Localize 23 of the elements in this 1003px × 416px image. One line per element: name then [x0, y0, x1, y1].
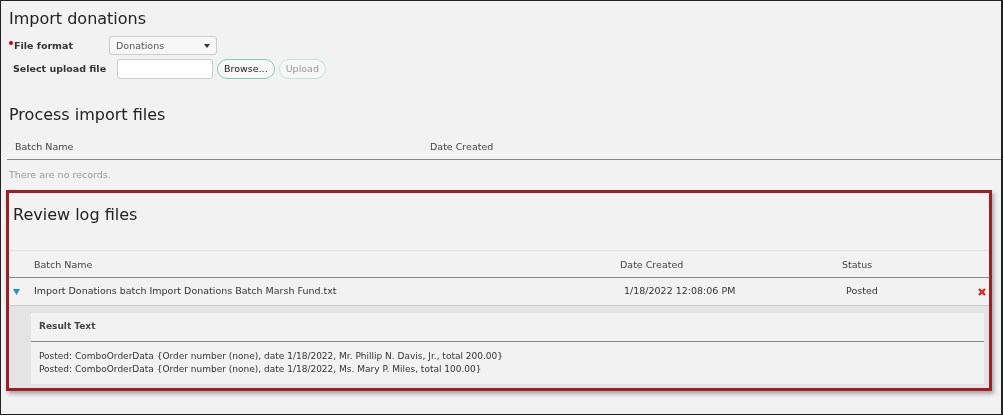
caret-icon: [204, 43, 210, 48]
column-header: Batch Name: [15, 140, 75, 155]
column-header: Date Created: [620, 257, 685, 272]
table-cell-text: Import Donations batch Import Donations Batch Marsh Fund.txt: [33, 284, 338, 299]
section-title: Review log files: [12, 204, 139, 225]
empty-message: There are no records.: [8, 167, 112, 182]
column-header: Status: [842, 257, 873, 272]
delete-icon[interactable]: [978, 287, 986, 296]
column-header: Result Text: [31, 313, 984, 342]
file-input-field[interactable]: [117, 59, 213, 80]
section-title: Process import files: [8, 105, 167, 125]
file-format-dropdown[interactable]: Donations: [109, 36, 217, 56]
expand-toggle-icon[interactable]: [13, 288, 20, 295]
table-cell-text: 1/18/2022 12:08:06 PM: [624, 284, 737, 299]
table-cell-text: Posted: [846, 284, 879, 299]
result-line: Posted: ComboOrderData {Order number (none), date 1/18/2022, Mr. Phillip N. Davis, Jr., total 200.00}: [39, 349, 505, 363]
browse-button[interactable]: Browse...: [217, 59, 275, 80]
result-line: Posted: ComboOrderData {Order number (none), date 1/18/2022, Ms. Mary P. Miles, total 100.00}: [39, 362, 483, 376]
column-header: Batch Name: [33, 257, 94, 272]
field-label: Select upload file: [13, 62, 107, 77]
column-header: Date Created: [430, 140, 494, 155]
field-label: File format: [14, 38, 73, 53]
section-title: Import donations: [9, 9, 148, 29]
